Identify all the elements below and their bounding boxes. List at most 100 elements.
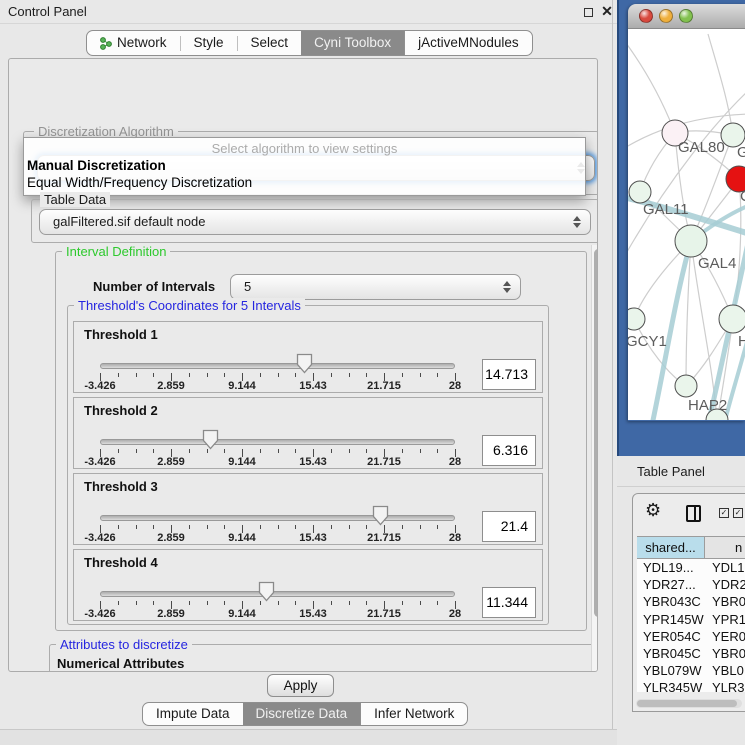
node-label: C [740,188,745,205]
tick-mark [278,449,279,453]
threshold-value-field[interactable]: 11.344 [482,587,536,618]
network-node-gal11[interactable] [629,181,651,203]
tick-mark [349,373,350,377]
tab-discretize-data[interactable]: Discretize Data [243,703,361,725]
panel-scrollbar-thumb[interactable] [594,249,598,617]
dropdown-item[interactable]: Manual Discretization [27,158,166,173]
tick-mark [295,525,296,529]
table-hscrollbar-thumb[interactable] [637,700,737,707]
tick-mark [153,525,154,529]
tab-label: Network [117,31,167,55]
scale-label: 2.859 [157,608,185,620]
bottom-tab-bar: Impute Data Discretize Data Infer Network [142,702,468,726]
scale-label: 9.144 [228,532,256,544]
apply-button[interactable]: Apply [267,674,334,697]
slider-track[interactable] [100,515,455,521]
tab-impute-data[interactable]: Impute Data [143,703,243,725]
scale-label: 15.43 [299,608,327,620]
network-node-h[interactable] [719,305,745,333]
interval-definition-title: Interval Definition [62,244,170,259]
tab-label: Impute Data [156,703,230,725]
threshold-value-field[interactable]: 6.316 [482,435,536,466]
table-row[interactable]: YBL079WYBL0 [637,662,745,679]
slider-thumb-icon[interactable] [372,505,389,526]
checkbox-icon[interactable]: ✓ [733,508,743,518]
tick-mark [349,525,350,529]
tab-label: Infer Network [374,703,454,725]
table-row[interactable]: YLR345WYLR3 [637,679,745,692]
scale-label: -3.426 [84,532,115,544]
minimize-traffic-light-icon[interactable] [659,9,673,23]
node-label: GAL4 [698,255,736,272]
tick-mark [153,373,154,377]
slider-thumb-icon[interactable] [296,353,313,374]
threshold-label: Threshold 1 [84,327,158,342]
tick-mark [295,449,296,453]
cell-name: YBL0 [705,662,745,679]
threshold-box: Threshold 2-3.4262.8599.14415.4321.71528… [73,397,543,469]
num-intervals-label: Number of Intervals [93,279,215,294]
num-intervals-combobox[interactable]: 5 [230,274,521,300]
table-header: shared... n [637,536,745,559]
slider-thumb-icon[interactable] [258,581,275,602]
tab-style[interactable]: Style [181,31,237,55]
threshold-box: Threshold 1-3.4262.8599.14415.4321.71528… [73,321,543,393]
table-row[interactable]: YBR045CYBR0 [637,645,745,662]
threshold-value-field[interactable]: 21.4 [482,511,536,542]
column-header-name[interactable]: n [705,537,745,558]
numerical-attributes-label: Numerical Attributes [57,656,184,671]
node-label: HAP2 [688,397,727,414]
slider-track[interactable] [100,591,455,597]
table-row[interactable]: YDL19...YDL1 [637,559,745,576]
table-hscrollbar[interactable] [636,699,742,708]
scale-label: 2.859 [157,380,185,392]
checkbox-icon[interactable]: ✓ [719,508,729,518]
scale-label: 9.144 [228,456,256,468]
slider-track[interactable] [100,363,455,369]
tab-select[interactable]: Select [238,31,302,55]
column-header-shared-name[interactable]: shared... [637,537,705,558]
network-window-titlebar[interactable] [628,4,745,29]
algorithm-dropdown-popup: Select algorithm to view settings Manual… [23,137,586,196]
table-row[interactable]: YBR043CYBR0 [637,593,745,610]
close-traffic-light-icon[interactable] [639,9,653,23]
network-graph: GAL80GCGAL11GAL4GCY1HHAP2 [628,29,745,420]
scale-label: 28 [449,608,461,620]
network-canvas[interactable]: GAL80GCGAL11GAL4GCY1HHAP2 [628,29,745,420]
gear-icon[interactable]: ⚙ [645,501,661,519]
tick-mark [136,373,137,377]
tab-network[interactable]: Network [87,31,180,55]
table-row[interactable]: YPR145WYPR1 [637,611,745,628]
threshold-value-field[interactable]: 14.713 [482,359,536,390]
network-node-gcy1[interactable] [628,308,645,330]
network-node-gal4[interactable] [675,225,707,257]
panel-scrollbar[interactable] [591,245,598,672]
tick-mark [189,373,190,377]
float-window-icon[interactable] [584,8,593,17]
node-table-panel: ⚙ ✓ ✓ shared... n YDL19...YDL1YDR27...YD… [632,493,745,712]
cyni-toolbox-panel: Discretization Algorithm Select algorith… [8,58,598,672]
cell-shared-name: YER054C [637,628,705,645]
node-label: H [738,333,745,350]
scale-label: 21.715 [367,608,401,620]
slider-thumb-icon[interactable] [202,429,219,450]
tick-mark [224,525,225,529]
slider-track[interactable] [100,439,455,445]
tick-mark [224,601,225,605]
table-data-combobox[interactable]: galFiltered.sif default node [39,209,591,235]
table-row[interactable]: YDR27...YDR2 [637,576,745,593]
cell-shared-name: YBR045C [637,645,705,662]
columns-view-icon[interactable] [686,505,701,522]
zoom-traffic-light-icon[interactable] [679,9,693,23]
tab-jactivemnodules[interactable]: jActiveMNodules [404,31,532,55]
dropdown-item[interactable]: Equal Width/Frequency Discretization [27,175,252,190]
network-node-hap2[interactable] [675,375,697,397]
table-row[interactable]: YER054CYER0 [637,628,745,645]
tick-mark [366,373,367,377]
top-tab-bar: Network StyleSelectCyni ToolboxjActiveMNo… [86,30,533,56]
threshold-label: Threshold 3 [84,479,158,494]
window-title: Control Panel [8,4,87,19]
tab-infer-network[interactable]: Infer Network [360,703,467,725]
tab-cyni-toolbox[interactable]: Cyni Toolbox [301,31,404,55]
tick-mark [260,373,261,377]
